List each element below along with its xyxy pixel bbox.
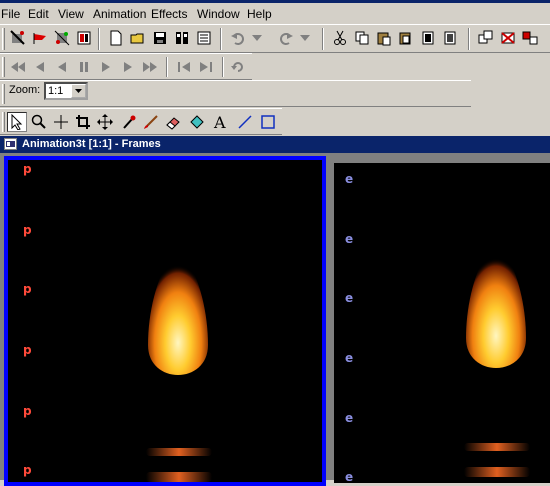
banner-wizard-icon[interactable]: [30, 28, 50, 48]
flame-image-2: [464, 239, 530, 477]
frame-marker-1: p: [23, 404, 32, 418]
animation-properties-icon[interactable]: [194, 28, 214, 48]
toolbar-grip[interactable]: [2, 57, 5, 77]
menu-help[interactable]: Help: [247, 7, 272, 21]
undo-dropdown-icon[interactable]: [250, 28, 264, 48]
paste-after-icon[interactable]: [440, 28, 460, 48]
step-forward-icon[interactable]: [118, 57, 138, 77]
delete-frames-icon[interactable]: [498, 28, 518, 48]
document-title-bar[interactable]: Animation3t [1:1] - Frames: [0, 136, 550, 153]
frame-thumbnail-1[interactable]: [4, 156, 326, 486]
frame-marker-2: e: [345, 291, 354, 305]
step-back-icon[interactable]: [30, 57, 50, 77]
menu-edit[interactable]: Edit: [28, 7, 49, 21]
toolbar-separator: [98, 28, 100, 50]
toolbar-grip[interactable]: [2, 28, 5, 50]
selection-top-bar: [4, 156, 326, 159]
menu-animation[interactable]: Animation: [93, 7, 146, 21]
next-page-icon[interactable]: [196, 57, 216, 77]
menu-effects[interactable]: Effects: [151, 7, 187, 21]
document-icon: [4, 138, 17, 150]
menu-bar: File Edit View Animation Effects Window …: [0, 0, 550, 24]
zoom-select[interactable]: 1:1: [44, 82, 88, 100]
paste-as-new-icon[interactable]: [396, 28, 416, 48]
text-tool-icon[interactable]: A: [211, 112, 231, 132]
loop-icon[interactable]: [228, 57, 248, 77]
line-tool-icon[interactable]: [235, 112, 255, 132]
toolbar-separator: [222, 57, 224, 77]
zoom-value: 1:1: [48, 85, 64, 97]
play-backward-icon[interactable]: [52, 57, 72, 77]
chevron-down-icon[interactable]: [71, 84, 86, 98]
preview-icon[interactable]: [74, 28, 94, 48]
first-frame-icon[interactable]: [8, 57, 28, 77]
frame-marker-2: e: [345, 172, 354, 186]
crosshair-icon[interactable]: [51, 112, 71, 132]
wizard-icon[interactable]: [8, 28, 28, 48]
frame-marker-2: e: [345, 470, 354, 484]
save-icon[interactable]: [150, 28, 170, 48]
open-folder-icon[interactable]: [128, 28, 148, 48]
new-file-icon[interactable]: [106, 28, 126, 48]
redo-icon[interactable]: [276, 28, 296, 48]
dropper-icon[interactable]: [119, 112, 139, 132]
frame-marker-1: p: [23, 343, 32, 357]
frame-marker-1: p: [23, 463, 32, 477]
cut-icon[interactable]: [330, 28, 350, 48]
document-title: Animation3t [1:1] - Frames: [22, 138, 161, 150]
crop-icon[interactable]: [73, 112, 93, 132]
toolbar-separator: [468, 28, 470, 50]
frame-marker-2: e: [345, 351, 354, 365]
frame-thumbnail-2[interactable]: [334, 163, 550, 483]
arrow-pointer-icon[interactable]: [7, 112, 27, 132]
tools-toolbar: A: [0, 108, 282, 135]
playback-toolbar: [0, 53, 252, 80]
eraser-icon[interactable]: [163, 112, 183, 132]
toolbar-separator: [166, 57, 168, 77]
copy-icon[interactable]: [352, 28, 372, 48]
toolbar-separator: [220, 28, 222, 50]
frames-view: [0, 153, 550, 486]
toolbar-grip[interactable]: [2, 84, 5, 104]
last-frame-icon[interactable]: [140, 57, 160, 77]
flame-image-1: [146, 246, 212, 482]
previous-page-icon[interactable]: [174, 57, 194, 77]
play-icon[interactable]: [96, 57, 116, 77]
insert-frames-icon[interactable]: [476, 28, 496, 48]
frame-marker-2: e: [345, 411, 354, 425]
undo-icon[interactable]: [228, 28, 248, 48]
svg-text:A: A: [213, 114, 226, 130]
redo-dropdown-icon[interactable]: [298, 28, 312, 48]
toolbar-separator: [322, 28, 324, 50]
fill-bucket-icon[interactable]: [187, 112, 207, 132]
paint-brush-icon[interactable]: [141, 112, 161, 132]
frame-marker-1: p: [23, 162, 32, 176]
pause-icon[interactable]: [74, 57, 94, 77]
paste-icon[interactable]: [374, 28, 394, 48]
reverse-frames-icon[interactable]: [520, 28, 540, 48]
menu-window[interactable]: Window: [197, 7, 240, 21]
menu-file[interactable]: File: [1, 7, 20, 21]
paste-before-icon[interactable]: [418, 28, 438, 48]
rectangle-tool-icon[interactable]: [258, 112, 278, 132]
frame-marker-2: e: [345, 232, 354, 246]
frame-marker-1: p: [23, 223, 32, 237]
optimize-wizard-icon[interactable]: [52, 28, 72, 48]
standard-toolbar: [0, 24, 550, 53]
frame-properties-icon[interactable]: [172, 28, 192, 48]
zoom-label: Zoom:: [9, 84, 41, 96]
zoom-magnifier-icon[interactable]: [29, 112, 49, 132]
menu-view[interactable]: View: [58, 7, 84, 21]
frame-marker-1: p: [23, 282, 32, 296]
move-icon[interactable]: [95, 112, 115, 132]
toolbar-grip[interactable]: [2, 112, 5, 132]
